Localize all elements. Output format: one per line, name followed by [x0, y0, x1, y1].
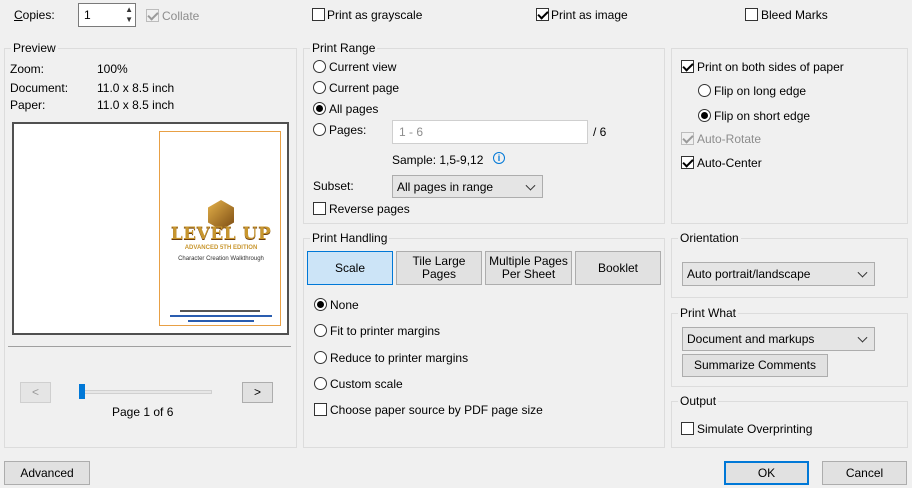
auto-center-label: Auto-Center — [697, 156, 762, 170]
collate-checkbox[interactable] — [146, 9, 159, 22]
orientation-select[interactable]: Auto portrait/landscape — [682, 262, 875, 286]
thumbnail-footer-link — [170, 315, 272, 317]
divider — [8, 346, 291, 347]
advanced-button[interactable]: Advanced — [4, 461, 90, 485]
cancel-button[interactable]: Cancel — [822, 461, 907, 485]
preview-title: Preview — [11, 41, 58, 55]
current-page-label: Current page — [329, 81, 400, 95]
radio-fit-to-margins[interactable] — [314, 324, 327, 337]
thumbnail-logo-text: LEVEL UP — [170, 224, 272, 244]
grayscale-checkbox[interactable] — [312, 8, 325, 21]
fit-to-margins-label: Fit to printer margins — [330, 324, 441, 338]
auto-center-checkbox[interactable] — [681, 156, 694, 169]
page-indicator: Page 1 of 6 — [112, 405, 174, 419]
reverse-pages-checkbox[interactable] — [313, 202, 326, 215]
next-page-button[interactable]: > — [242, 382, 273, 403]
paper-size-label: Paper: — [10, 98, 46, 112]
print-as-image-label: Print as image — [551, 8, 628, 22]
pages-label: Pages: — [329, 123, 367, 137]
simulate-overprinting-label: Simulate Overprinting — [697, 422, 813, 436]
page-preview-frame: LEVEL UP ADVANCED 5TH EDITION Character … — [12, 122, 289, 335]
pages-total: / 6 — [593, 125, 607, 139]
pages-range-input[interactable]: 1 - 6 — [392, 120, 588, 144]
orientation-title: Orientation — [678, 231, 741, 245]
output-title: Output — [678, 394, 719, 408]
scale-none-label: None — [330, 298, 359, 312]
pages-sample-text: Sample: 1,5-9,12 — [392, 153, 484, 167]
both-sides-checkbox[interactable] — [681, 60, 694, 73]
reduce-to-margins-label: Reduce to printer margins — [330, 351, 469, 365]
all-pages-label: All pages — [329, 102, 379, 116]
ok-button[interactable]: OK — [724, 461, 809, 485]
reverse-pages-label: Reverse pages — [329, 202, 410, 216]
thumbnail-subtitle: ADVANCED 5TH EDITION — [184, 245, 258, 251]
tab-tile-large-pages[interactable]: Tile Large Pages — [396, 251, 482, 285]
thumbnail-footer-line — [180, 310, 260, 312]
page-slider-track[interactable] — [80, 390, 212, 394]
radio-flip-long-edge[interactable] — [698, 84, 711, 97]
copies-label: Copies: — [14, 8, 55, 22]
radio-current-view[interactable] — [313, 60, 326, 73]
simulate-overprinting-checkbox[interactable] — [681, 422, 694, 435]
summarize-comments-button[interactable]: Summarize Comments — [682, 354, 828, 377]
radio-custom-scale[interactable] — [314, 377, 327, 390]
radio-reduce-to-margins[interactable] — [314, 351, 327, 364]
paper-source-checkbox[interactable] — [314, 403, 327, 416]
zoom-label: Zoom: — [10, 62, 45, 76]
chevron-down-icon — [857, 332, 868, 343]
collate-label: Collate — [162, 9, 200, 23]
document-size-label: Document: — [10, 81, 69, 95]
both-sides-label: Print on both sides of paper — [697, 60, 844, 74]
auto-rotate-checkbox[interactable] — [681, 132, 694, 145]
page-thumbnail: LEVEL UP ADVANCED 5TH EDITION Character … — [159, 131, 281, 326]
radio-all-pages[interactable] — [313, 102, 326, 115]
copies-spinbox[interactable]: 1 ▲ ▼ — [78, 3, 136, 27]
spin-arrows-icon[interactable]: ▲ ▼ — [125, 5, 133, 25]
thumbnail-footer-link — [188, 320, 254, 322]
tab-multiple-pages-per-sheet[interactable]: Multiple Pages Per Sheet — [485, 251, 572, 285]
tab-booklet[interactable]: Booklet — [575, 251, 661, 285]
print-what-select[interactable]: Document and markups — [682, 327, 875, 351]
info-icon[interactable]: i — [493, 152, 505, 164]
radio-current-page[interactable] — [313, 81, 326, 94]
paper-size-value: 11.0 x 8.5 inch — [97, 98, 175, 112]
zoom-value: 100% — [97, 62, 128, 76]
copies-value: 1 — [84, 8, 91, 22]
current-view-label: Current view — [329, 60, 397, 74]
radio-scale-none[interactable] — [314, 298, 327, 311]
document-size-value: 11.0 x 8.5 inch — [97, 81, 175, 95]
print-what-title: Print What — [678, 306, 739, 320]
print-handling-title: Print Handling — [310, 231, 390, 245]
custom-scale-label: Custom scale — [330, 377, 403, 391]
chevron-down-icon — [857, 267, 868, 278]
tab-scale[interactable]: Scale — [307, 251, 393, 285]
auto-rotate-label: Auto-Rotate — [697, 132, 762, 146]
chevron-down-icon — [525, 180, 536, 191]
subset-label: Subset: — [313, 179, 354, 193]
page-slider-thumb[interactable] — [79, 384, 85, 399]
paper-source-label: Choose paper source by PDF page size — [330, 403, 543, 417]
print-range-title: Print Range — [310, 41, 378, 55]
thumbnail-caption: Character Creation Walkthrough — [178, 256, 264, 262]
previous-page-button[interactable]: < — [20, 382, 51, 403]
grayscale-label: Print as grayscale — [327, 8, 423, 22]
subset-select[interactable]: All pages in range — [392, 175, 543, 198]
flip-short-edge-label: Flip on short edge — [714, 109, 811, 123]
bleed-marks-label: Bleed Marks — [761, 8, 828, 22]
bleed-marks-checkbox[interactable] — [745, 8, 758, 21]
radio-flip-short-edge[interactable] — [698, 109, 711, 122]
radio-pages[interactable] — [313, 123, 326, 136]
flip-long-edge-label: Flip on long edge — [714, 84, 807, 98]
print-as-image-checkbox[interactable] — [536, 8, 549, 21]
